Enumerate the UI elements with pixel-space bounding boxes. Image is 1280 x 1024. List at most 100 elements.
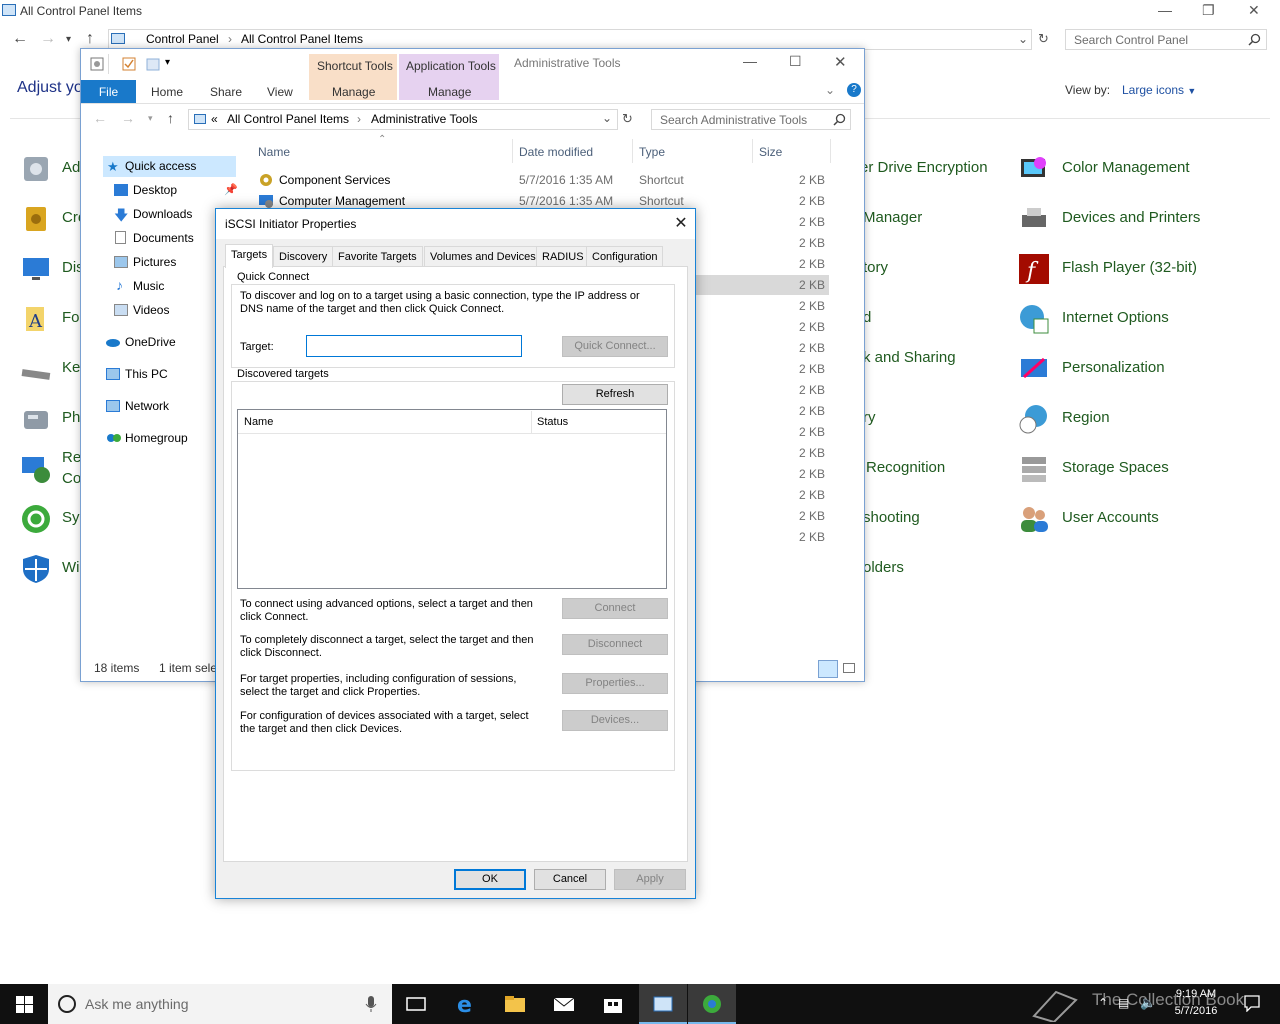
show-hidden-icons-icon[interactable]: ⌃ <box>1098 996 1108 1010</box>
cp-item-devices-printers[interactable]: Devices and Printers <box>1062 209 1200 226</box>
tab-file[interactable]: File <box>81 80 136 103</box>
column-target-status[interactable]: Status <box>537 416 568 429</box>
tab-radius[interactable]: RADIUS <box>536 246 590 267</box>
dialog-close-icon[interactable]: ✕ <box>671 213 691 233</box>
explorer-breadcrumb-admin-tools[interactable]: Administrative Tools <box>371 112 478 126</box>
details-view-icon[interactable] <box>818 660 838 678</box>
up-icon[interactable]: ↑ <box>86 30 94 48</box>
disconnect-button[interactable]: Disconnect <box>562 634 668 655</box>
task-view-icon[interactable] <box>404 992 428 1016</box>
target-input[interactable] <box>306 335 522 357</box>
nav-homegroup[interactable]: Homegroup <box>125 431 188 445</box>
tab-view[interactable]: View <box>267 82 293 103</box>
windows-start-icon[interactable] <box>16 996 33 1013</box>
explorer-maximize-icon[interactable]: ☐ <box>789 53 802 70</box>
cp-item-keyboard[interactable]: Ke <box>62 359 80 376</box>
file-explorer-icon[interactable] <box>503 992 527 1016</box>
cp-item-file-history[interactable]: tory <box>863 259 888 276</box>
tab-targets[interactable]: Targets <box>225 244 274 268</box>
microphone-icon[interactable] <box>365 995 377 1013</box>
refresh-button[interactable]: Refresh <box>562 384 668 405</box>
breadcrumb-control-panel[interactable]: Control Panel <box>146 32 219 46</box>
tab-home[interactable]: Home <box>151 82 183 103</box>
search-input[interactable]: Search Control Panel <box>1065 29 1267 50</box>
column-date-modified[interactable]: Date modified <box>519 145 593 159</box>
restore-icon[interactable]: ❐ <box>1202 2 1215 19</box>
tab-manage-shortcut[interactable]: Manage <box>332 82 375 103</box>
view-by-dropdown[interactable]: Large icons ▼ <box>1122 83 1196 97</box>
cp-item-remoteapp[interactable]: Re <box>62 449 81 466</box>
properties-button[interactable]: Properties... <box>562 673 668 694</box>
column-type[interactable]: Type <box>639 145 665 159</box>
network-tray-icon[interactable]: ▤ <box>1118 996 1129 1010</box>
row-computer-management[interactable]: Computer Management <box>279 194 405 208</box>
column-target-name[interactable]: Name <box>244 416 273 429</box>
edge-icon[interactable]: e <box>455 992 479 1016</box>
cp-item-internet-options[interactable]: Internet Options <box>1062 309 1169 326</box>
nav-pictures[interactable]: Pictures <box>133 255 176 269</box>
explorer-search-input[interactable]: Search Administrative Tools <box>651 109 851 130</box>
refresh-icon[interactable]: ↻ <box>1038 31 1049 47</box>
nav-quick-access[interactable]: Quick access <box>125 159 196 173</box>
checkmark-qat-icon[interactable] <box>122 57 136 71</box>
explorer-close-icon[interactable]: ✕ <box>834 53 847 71</box>
minimize-icon[interactable]: — <box>1158 2 1172 18</box>
nav-documents[interactable]: Documents <box>133 231 194 245</box>
explorer-recent-icon[interactable]: ▾ <box>148 113 153 124</box>
new-folder-qat-icon[interactable] <box>146 57 160 71</box>
row-component-services[interactable]: Component Services <box>279 173 390 187</box>
cp-item-troubleshooting[interactable]: shooting <box>863 509 920 526</box>
nav-this-pc[interactable]: This PC <box>125 367 168 381</box>
explorer-address-dropdown-icon[interactable]: ⌄ <box>602 111 612 125</box>
tab-configuration[interactable]: Configuration <box>586 246 664 267</box>
qat-dropdown-icon[interactable]: ▾ <box>165 57 170 68</box>
apply-button[interactable]: Apply <box>614 869 686 890</box>
address-overflow-icon[interactable]: « <box>211 112 218 126</box>
cp-item-work-folders[interactable]: olders <box>863 559 904 576</box>
clock-time[interactable]: 9:19 AM <box>1166 988 1226 1000</box>
nav-network[interactable]: Network <box>125 399 169 413</box>
clock-date[interactable]: 5/7/2016 <box>1166 1005 1226 1017</box>
back-icon[interactable]: ← <box>12 30 28 48</box>
cp-item-phone[interactable]: Ph <box>62 409 80 426</box>
explorer-up-icon[interactable]: ↑ <box>167 110 174 126</box>
pin-icon[interactable]: 📌 <box>224 183 238 196</box>
tab-share[interactable]: Share <box>210 82 242 103</box>
ribbon-expand-icon[interactable]: ⌄ <box>825 83 835 97</box>
explorer-breadcrumb-all-items[interactable]: All Control Panel Items <box>227 112 349 126</box>
explorer-refresh-icon[interactable]: ↻ <box>622 111 633 127</box>
cp-item-region[interactable]: Region <box>1062 409 1110 426</box>
mail-icon[interactable] <box>552 992 576 1016</box>
large-icons-view-icon[interactable] <box>843 663 855 673</box>
cp-item-user-accounts[interactable]: User Accounts <box>1062 509 1159 526</box>
cancel-button[interactable]: Cancel <box>534 869 606 890</box>
cp-item-personalization[interactable]: Personalization <box>1062 359 1165 376</box>
address-dropdown-icon[interactable]: ⌄ <box>1018 32 1028 46</box>
cp-item-fonts[interactable]: Fo <box>62 309 80 326</box>
recent-chevron-icon[interactable]: ▾ <box>66 34 71 45</box>
cp-item-device-manager[interactable]: Manager <box>863 209 922 226</box>
devices-button[interactable]: Devices... <box>562 710 668 731</box>
store-icon[interactable] <box>601 992 625 1016</box>
breadcrumb-all-items[interactable]: All Control Panel Items <box>241 32 363 46</box>
help-icon[interactable]: ? <box>847 83 861 97</box>
nav-desktop[interactable]: Desktop <box>133 183 177 197</box>
explorer-forward-icon[interactable]: → <box>121 110 135 126</box>
cp-item-storage-spaces[interactable]: Storage Spaces <box>1062 459 1169 476</box>
cp-item-speech[interactable]: Recognition <box>866 459 945 476</box>
nav-onedrive[interactable]: OneDrive <box>125 335 176 349</box>
connect-button[interactable]: Connect <box>562 598 668 619</box>
close-icon[interactable]: ✕ <box>1248 2 1260 19</box>
ok-button[interactable]: OK <box>454 869 526 890</box>
nav-music[interactable]: Music <box>133 279 164 293</box>
tab-manage-application[interactable]: Manage <box>428 82 471 103</box>
cp-item-remoteapp-line2[interactable]: Co <box>62 470 81 487</box>
column-name[interactable]: Name <box>258 145 290 159</box>
cp-item-network-sharing[interactable]: k and Sharing <box>863 349 956 366</box>
explorer-minimize-icon[interactable]: — <box>743 53 757 69</box>
cp-item-defender[interactable]: Wi <box>62 559 80 576</box>
targets-list[interactable] <box>237 409 667 589</box>
explorer-back-icon[interactable]: ← <box>93 110 107 126</box>
tab-discovery[interactable]: Discovery <box>273 246 334 267</box>
properties-qat-icon[interactable] <box>90 57 104 71</box>
